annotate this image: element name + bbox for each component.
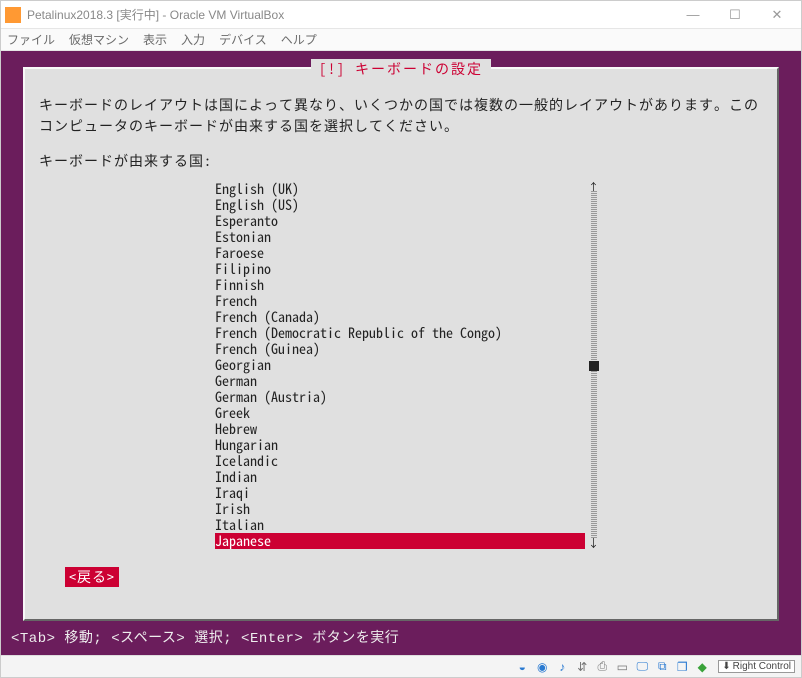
hdd-icon[interactable]: ◒: [514, 659, 530, 675]
menu-input[interactable]: 入力: [181, 31, 205, 48]
list-item[interactable]: Finnish: [215, 277, 585, 293]
vm-display-frame: [!] キーボードの設定 キーボードのレイアウトは国によって異なり、いくつかの国…: [1, 51, 801, 655]
menu-devices[interactable]: デバイス: [219, 31, 267, 48]
dialog-title-row: [!] キーボードの設定: [39, 59, 763, 77]
country-listbox[interactable]: ↑ ↓ English (UK)English (US)EsperantoEst…: [215, 181, 585, 549]
list-item[interactable]: Filipino: [215, 261, 585, 277]
network-icon[interactable]: ⇵: [574, 659, 590, 675]
menu-help[interactable]: ヘルプ: [281, 31, 317, 48]
list-item[interactable]: Icelandic: [215, 453, 585, 469]
menu-file[interactable]: ファイル: [7, 31, 55, 48]
optical-icon[interactable]: ◉: [534, 659, 550, 675]
shared-folder-icon[interactable]: ▭: [614, 659, 630, 675]
menu-view[interactable]: 表示: [143, 31, 167, 48]
list-item[interactable]: Georgian: [215, 357, 585, 373]
list-item[interactable]: German (Austria): [215, 389, 585, 405]
keyboard-config-dialog: [!] キーボードの設定 キーボードのレイアウトは国によって異なり、いくつかの国…: [23, 67, 779, 621]
vm-display[interactable]: [!] キーボードの設定 キーボードのレイアウトは国によって異なり、いくつかの国…: [7, 57, 795, 649]
list-item[interactable]: Greek: [215, 405, 585, 421]
key-hint: <Tab> 移動; <スペース> 選択; <Enter> ボタンを実行: [7, 627, 795, 647]
host-key-indicator: ⬇ Right Control: [718, 660, 795, 673]
list-item[interactable]: Irish: [215, 501, 585, 517]
list-item[interactable]: Indian: [215, 469, 585, 485]
window-controls: — ☐ ✕: [673, 2, 797, 28]
list-item[interactable]: Iraqi: [215, 485, 585, 501]
recording-icon[interactable]: ⧉: [654, 659, 670, 675]
app-icon: [5, 7, 21, 23]
dialog-prompt: キーボードが由来する国:: [39, 151, 763, 171]
back-button[interactable]: <戻る>: [65, 567, 119, 587]
dialog-description: キーボードのレイアウトは国によって異なり、いくつかの国では複数の一般的レイアウト…: [39, 95, 763, 137]
titlebar: Petalinux2018.3 [実行中] - Oracle VM Virtua…: [1, 1, 801, 29]
usb-icon[interactable]: ⎙: [594, 659, 610, 675]
close-button[interactable]: ✕: [757, 2, 797, 28]
dialog-title: [!] キーボードの設定: [311, 59, 491, 79]
display-icon[interactable]: 🖵: [634, 659, 650, 675]
clipboard-icon[interactable]: ❐: [674, 659, 690, 675]
vm-state-icon[interactable]: ◆: [694, 659, 710, 675]
host-key-arrow-icon: ⬇: [722, 661, 730, 672]
window-title: Petalinux2018.3 [実行中] - Oracle VM Virtua…: [27, 6, 673, 23]
minimize-button[interactable]: —: [673, 2, 713, 28]
menu-machine[interactable]: 仮想マシン: [69, 31, 129, 48]
audio-icon[interactable]: ♪: [554, 659, 570, 675]
maximize-button[interactable]: ☐: [715, 2, 755, 28]
menubar: ファイル 仮想マシン 表示 入力 デバイス ヘルプ: [1, 29, 801, 51]
scrollbar-thumb[interactable]: [589, 361, 599, 371]
host-key-label: Right Control: [733, 661, 791, 672]
list-item[interactable]: Japanese: [215, 533, 585, 549]
list-item[interactable]: Estonian: [215, 229, 585, 245]
vm-window: Petalinux2018.3 [実行中] - Oracle VM Virtua…: [0, 0, 802, 678]
